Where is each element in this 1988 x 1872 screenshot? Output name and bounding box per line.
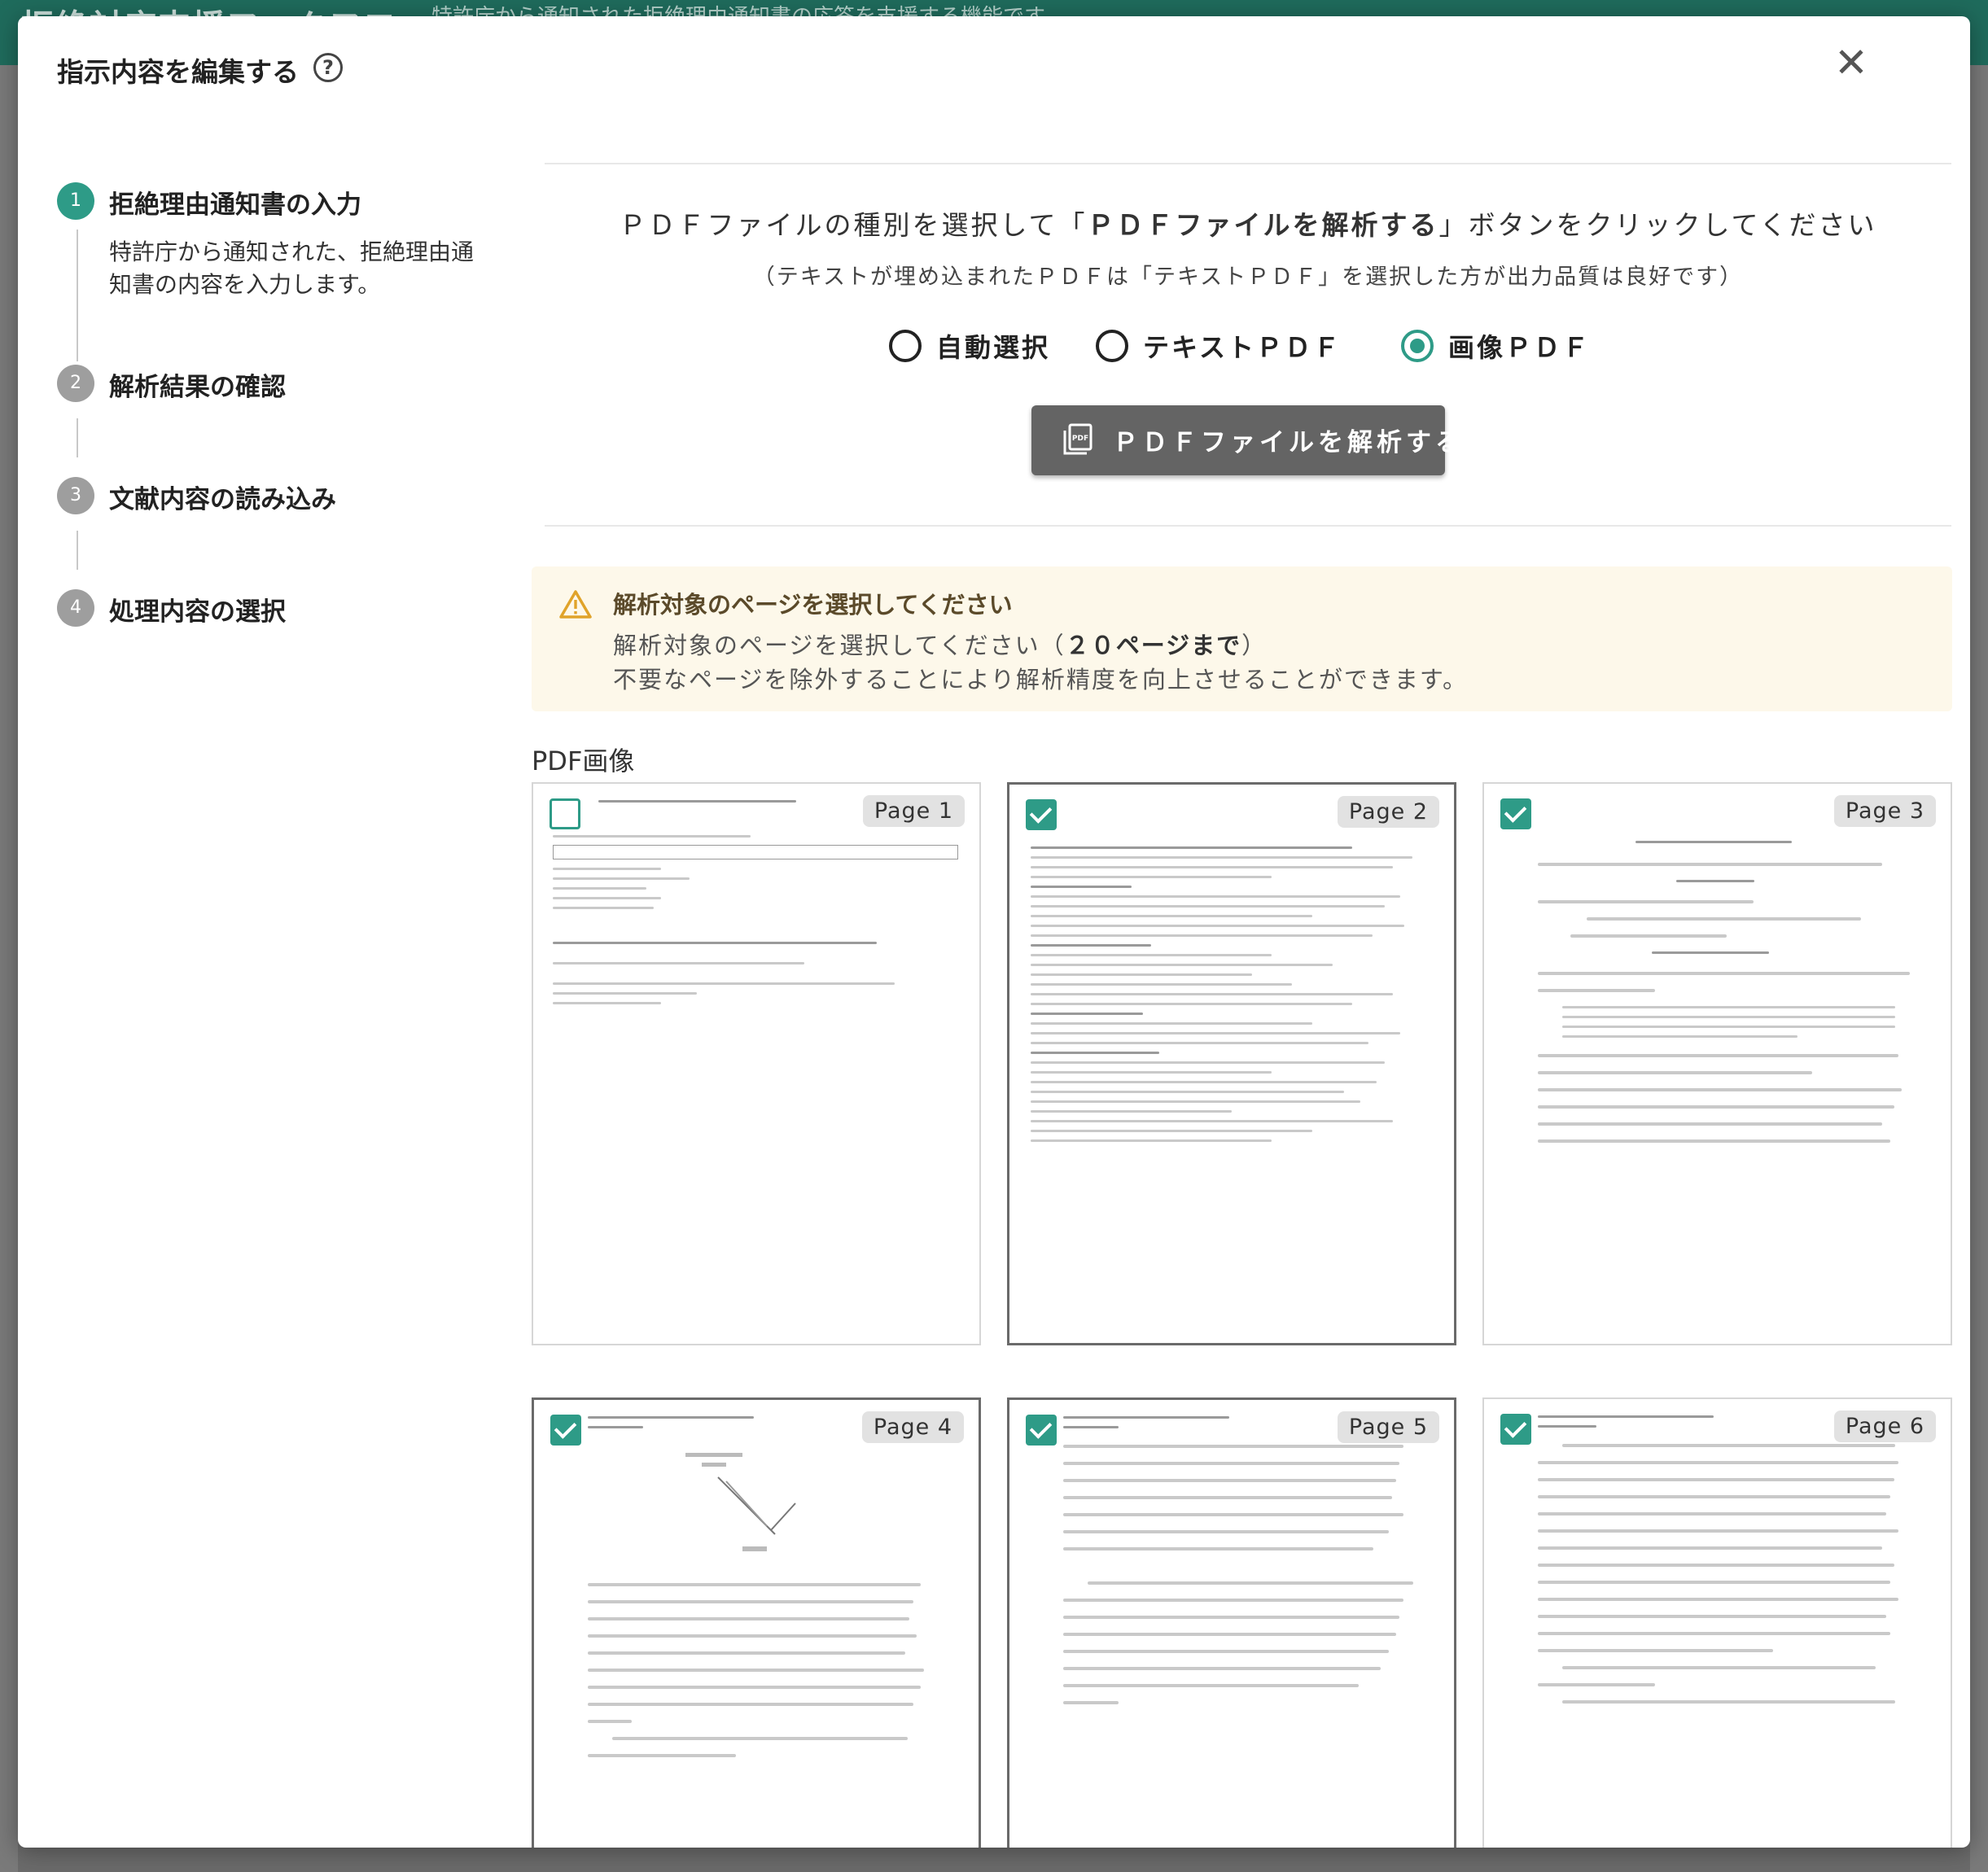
alert-line-1: 解析対象のページを選択してください（２０ページまで） <box>613 632 1268 659</box>
step-number: 3 <box>57 477 94 514</box>
pdf-images-label: PDF画像 <box>532 746 635 776</box>
instruction-emphasis: ＰＤＦファイルを解析する <box>1087 209 1439 241</box>
step-description: 特許庁から通知された、拒絶理由通知書の内容を入力します。 <box>109 238 475 298</box>
page-preview <box>1031 846 1433 1335</box>
divider <box>545 163 1951 164</box>
radio-circle[interactable] <box>889 330 922 362</box>
pdf-page-thumbnail[interactable]: Page 4 <box>532 1397 981 1848</box>
radio-label[interactable]: テキストＰＤＦ <box>1143 327 1342 365</box>
pdf-page-thumbnail[interactable]: Page 3 <box>1482 782 1952 1345</box>
page-preview <box>553 800 958 1336</box>
divider <box>545 525 1951 527</box>
figure-drawing <box>685 1453 796 1551</box>
radio-circle[interactable] <box>1096 330 1128 362</box>
step-connector <box>77 230 78 361</box>
step-number: 1 <box>57 182 94 220</box>
step-number: 2 <box>57 365 94 402</box>
page-preview <box>1538 841 1929 1336</box>
pdf-file-icon: PDF <box>1063 423 1093 455</box>
analyze-pdf-button[interactable]: PDF ＰＤＦファイルを解析する <box>1031 405 1460 475</box>
step-number: 4 <box>57 589 94 627</box>
instruction-note: （テキストが埋め込まれたＰＤＦは「テキストＰＤＦ」を選択した方が出力品質は良好で… <box>752 265 1744 290</box>
step-label: 解析結果の確認 <box>109 373 286 402</box>
page-checkbox[interactable] <box>1500 1414 1531 1445</box>
step-label: 処理内容の選択 <box>109 597 286 627</box>
page-label: Page 2 <box>1337 796 1439 828</box>
page-checkbox[interactable] <box>1500 798 1531 829</box>
question-circle-icon[interactable]: ? <box>313 53 343 82</box>
svg-text:PDF: PDF <box>1072 435 1088 443</box>
page-selection-alert: 解析対象のページを選択してください 解析対象のページを選択してください（２０ペー… <box>532 566 1952 711</box>
pdf-page-thumbnail[interactable]: Page 6 <box>1482 1397 1952 1848</box>
instruction-text: ＰＤＦファイルの種別を選択して「ＰＤＦファイルを解析する」ボタンをクリックしてく… <box>619 209 1877 241</box>
page-checkbox[interactable] <box>1026 799 1057 830</box>
radio-label[interactable]: 画像ＰＤＦ <box>1448 327 1591 365</box>
step-label: 拒絶理由通知書の入力 <box>109 190 361 220</box>
background-right-strip <box>1970 65 1988 1872</box>
pdf-page-thumbnail[interactable]: Page 5 <box>1007 1397 1456 1848</box>
radio-label[interactable]: 自動選択 <box>936 327 1050 365</box>
pdf-page-thumbnail[interactable]: Page 1 <box>532 782 981 1345</box>
edit-instructions-modal: 指示内容を編集する ? ✕ 1 拒絶理由通知書の入力 特許庁から通知された、拒絶… <box>18 16 1970 1848</box>
close-icon[interactable]: ✕ <box>1831 42 1872 83</box>
alert-line-2: 不要なページを除外することにより解析精度を向上させることができます。 <box>613 666 1468 693</box>
alert-page-limit: ２０ページまで <box>1065 632 1242 659</box>
pdf-page-thumbnail[interactable]: Page 2 <box>1007 782 1456 1345</box>
page-preview <box>588 1416 957 1843</box>
radio-circle-checked[interactable] <box>1401 330 1434 362</box>
background-left-strip <box>0 65 18 1872</box>
step-label: 文献内容の読み込み <box>109 485 336 514</box>
warning-icon <box>559 590 592 619</box>
page-checkbox[interactable] <box>550 1415 581 1446</box>
page-checkbox[interactable] <box>1026 1415 1057 1446</box>
page-checkbox[interactable] <box>550 798 580 829</box>
step-connector <box>77 531 78 570</box>
page-label: Page 3 <box>1833 795 1936 827</box>
page-preview <box>1538 1415 1929 1844</box>
modal-title: 指示内容を編集する <box>57 56 299 88</box>
page-preview <box>1063 1416 1433 1843</box>
step-connector <box>77 418 78 457</box>
analyze-button-label[interactable]: ＰＤＦファイルを解析する <box>1113 422 1465 458</box>
alert-title: 解析対象のページを選択してください <box>613 591 1013 619</box>
